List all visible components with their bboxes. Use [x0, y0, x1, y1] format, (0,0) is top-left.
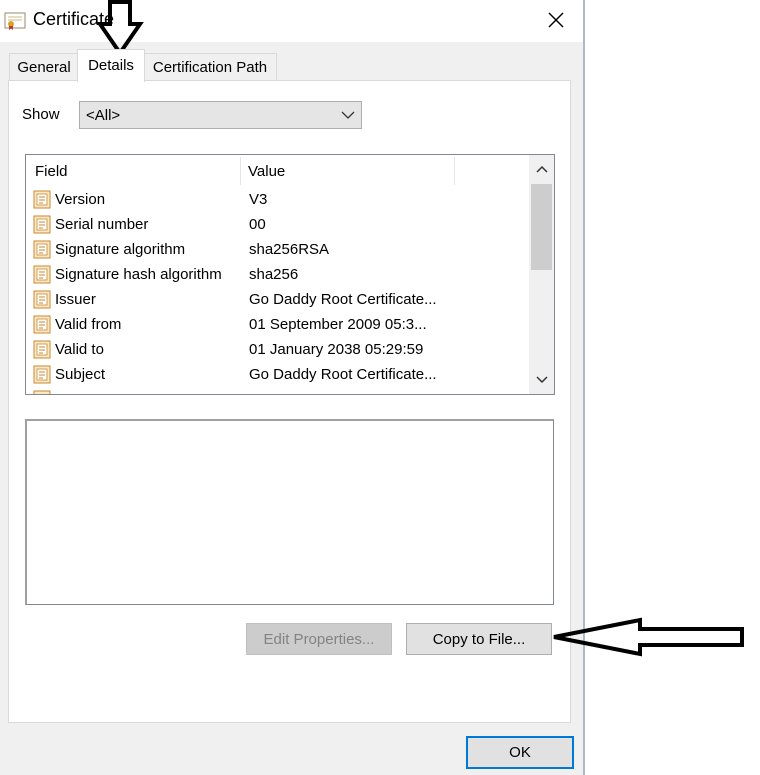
down-arrow-annotation [96, 0, 144, 56]
list-item[interactable]: Valid from 01 September 2009 05:3... [26, 312, 526, 337]
button-label: Edit Properties... [263, 630, 375, 648]
field-value: 01 January 2038 05:29:59 [249, 341, 424, 358]
list-header: Field Value [26, 155, 526, 185]
column-divider[interactable] [454, 157, 455, 185]
list-item[interactable]: Signature algorithm sha256RSA [26, 237, 526, 262]
field-value: sha256 [249, 266, 299, 283]
column-header-field[interactable]: Field [35, 163, 68, 180]
chevron-down-icon [341, 111, 355, 119]
list-item[interactable]: Valid to 01 January 2038 05:29:59 [26, 337, 526, 362]
scroll-down-button[interactable] [529, 366, 554, 394]
edit-properties-button[interactable]: Edit Properties... [246, 623, 392, 655]
scrollbar-thumb[interactable] [531, 184, 552, 270]
certificate-dialog: Certificate General Details Certificatio… [0, 0, 584, 775]
list-item[interactable]: Version V3 [26, 187, 526, 212]
tab-certification-path[interactable]: Certification Path [143, 53, 277, 81]
field-icon [33, 265, 51, 284]
button-label: Copy to File... [432, 630, 526, 648]
field-name: Serial number [55, 216, 149, 233]
field-value: 00 [249, 216, 266, 233]
list-item[interactable]: Issuer Go Daddy Root Certificate... [26, 287, 526, 312]
field-icon [33, 240, 51, 259]
title-bar[interactable]: Certificate [0, 0, 583, 42]
close-icon [548, 12, 564, 28]
field-icon [33, 365, 51, 384]
field-detail-textbox[interactable] [25, 419, 554, 605]
field-value: Go Daddy Root Certificate... [249, 366, 437, 383]
list-item[interactable]: Subject Go Daddy Root Certificate... [26, 362, 526, 387]
list-item[interactable]: Signature hash algorithm sha256 [26, 262, 526, 287]
column-divider[interactable] [240, 157, 241, 185]
field-icon [33, 215, 51, 234]
field-icon [33, 315, 51, 334]
field-value: sha256RSA [249, 241, 330, 258]
tab-label: General [17, 59, 71, 76]
tab-general[interactable]: General [9, 53, 79, 81]
field-name: Signature algorithm [55, 241, 186, 258]
field-name: Valid from [55, 316, 122, 333]
list-item-partial[interactable] [26, 387, 526, 394]
field-name: Subject [55, 366, 106, 383]
button-label: OK [509, 744, 531, 761]
copy-to-file-button[interactable]: Copy to File... [406, 623, 552, 655]
field-name: Issuer [55, 291, 96, 308]
field-icon [33, 390, 51, 394]
field-icon [33, 290, 51, 309]
chevron-up-icon [535, 165, 548, 173]
field-value: 01 September 2009 05:3... [249, 316, 427, 333]
chevron-down-icon [535, 376, 548, 384]
field-name: Valid to [55, 341, 104, 358]
vertical-scrollbar[interactable] [529, 155, 554, 394]
fields-list[interactable]: Field Value Version V3 Serial number 00 … [25, 154, 555, 395]
field-value: V3 [249, 191, 268, 208]
show-label: Show [22, 106, 60, 123]
list-item[interactable]: Serial number 00 [26, 212, 526, 237]
show-selected-value: <All> [86, 107, 121, 124]
show-dropdown[interactable]: <All> [79, 101, 362, 129]
close-button[interactable] [532, 0, 580, 40]
field-name: Signature hash algorithm [55, 266, 222, 283]
field-icon [33, 340, 51, 359]
left-arrow-annotation [553, 617, 744, 657]
column-header-value[interactable]: Value [248, 163, 285, 180]
tab-label: Details [88, 56, 134, 74]
tab-label: Certification Path [152, 59, 268, 76]
ok-button[interactable]: OK [466, 736, 574, 769]
field-value: Go Daddy Root Certificate... [249, 291, 437, 308]
field-icon [33, 190, 51, 209]
scroll-up-button[interactable] [529, 155, 554, 183]
tab-details[interactable]: Details [77, 49, 145, 82]
certificate-icon [4, 12, 26, 30]
field-name: Version [55, 191, 106, 208]
